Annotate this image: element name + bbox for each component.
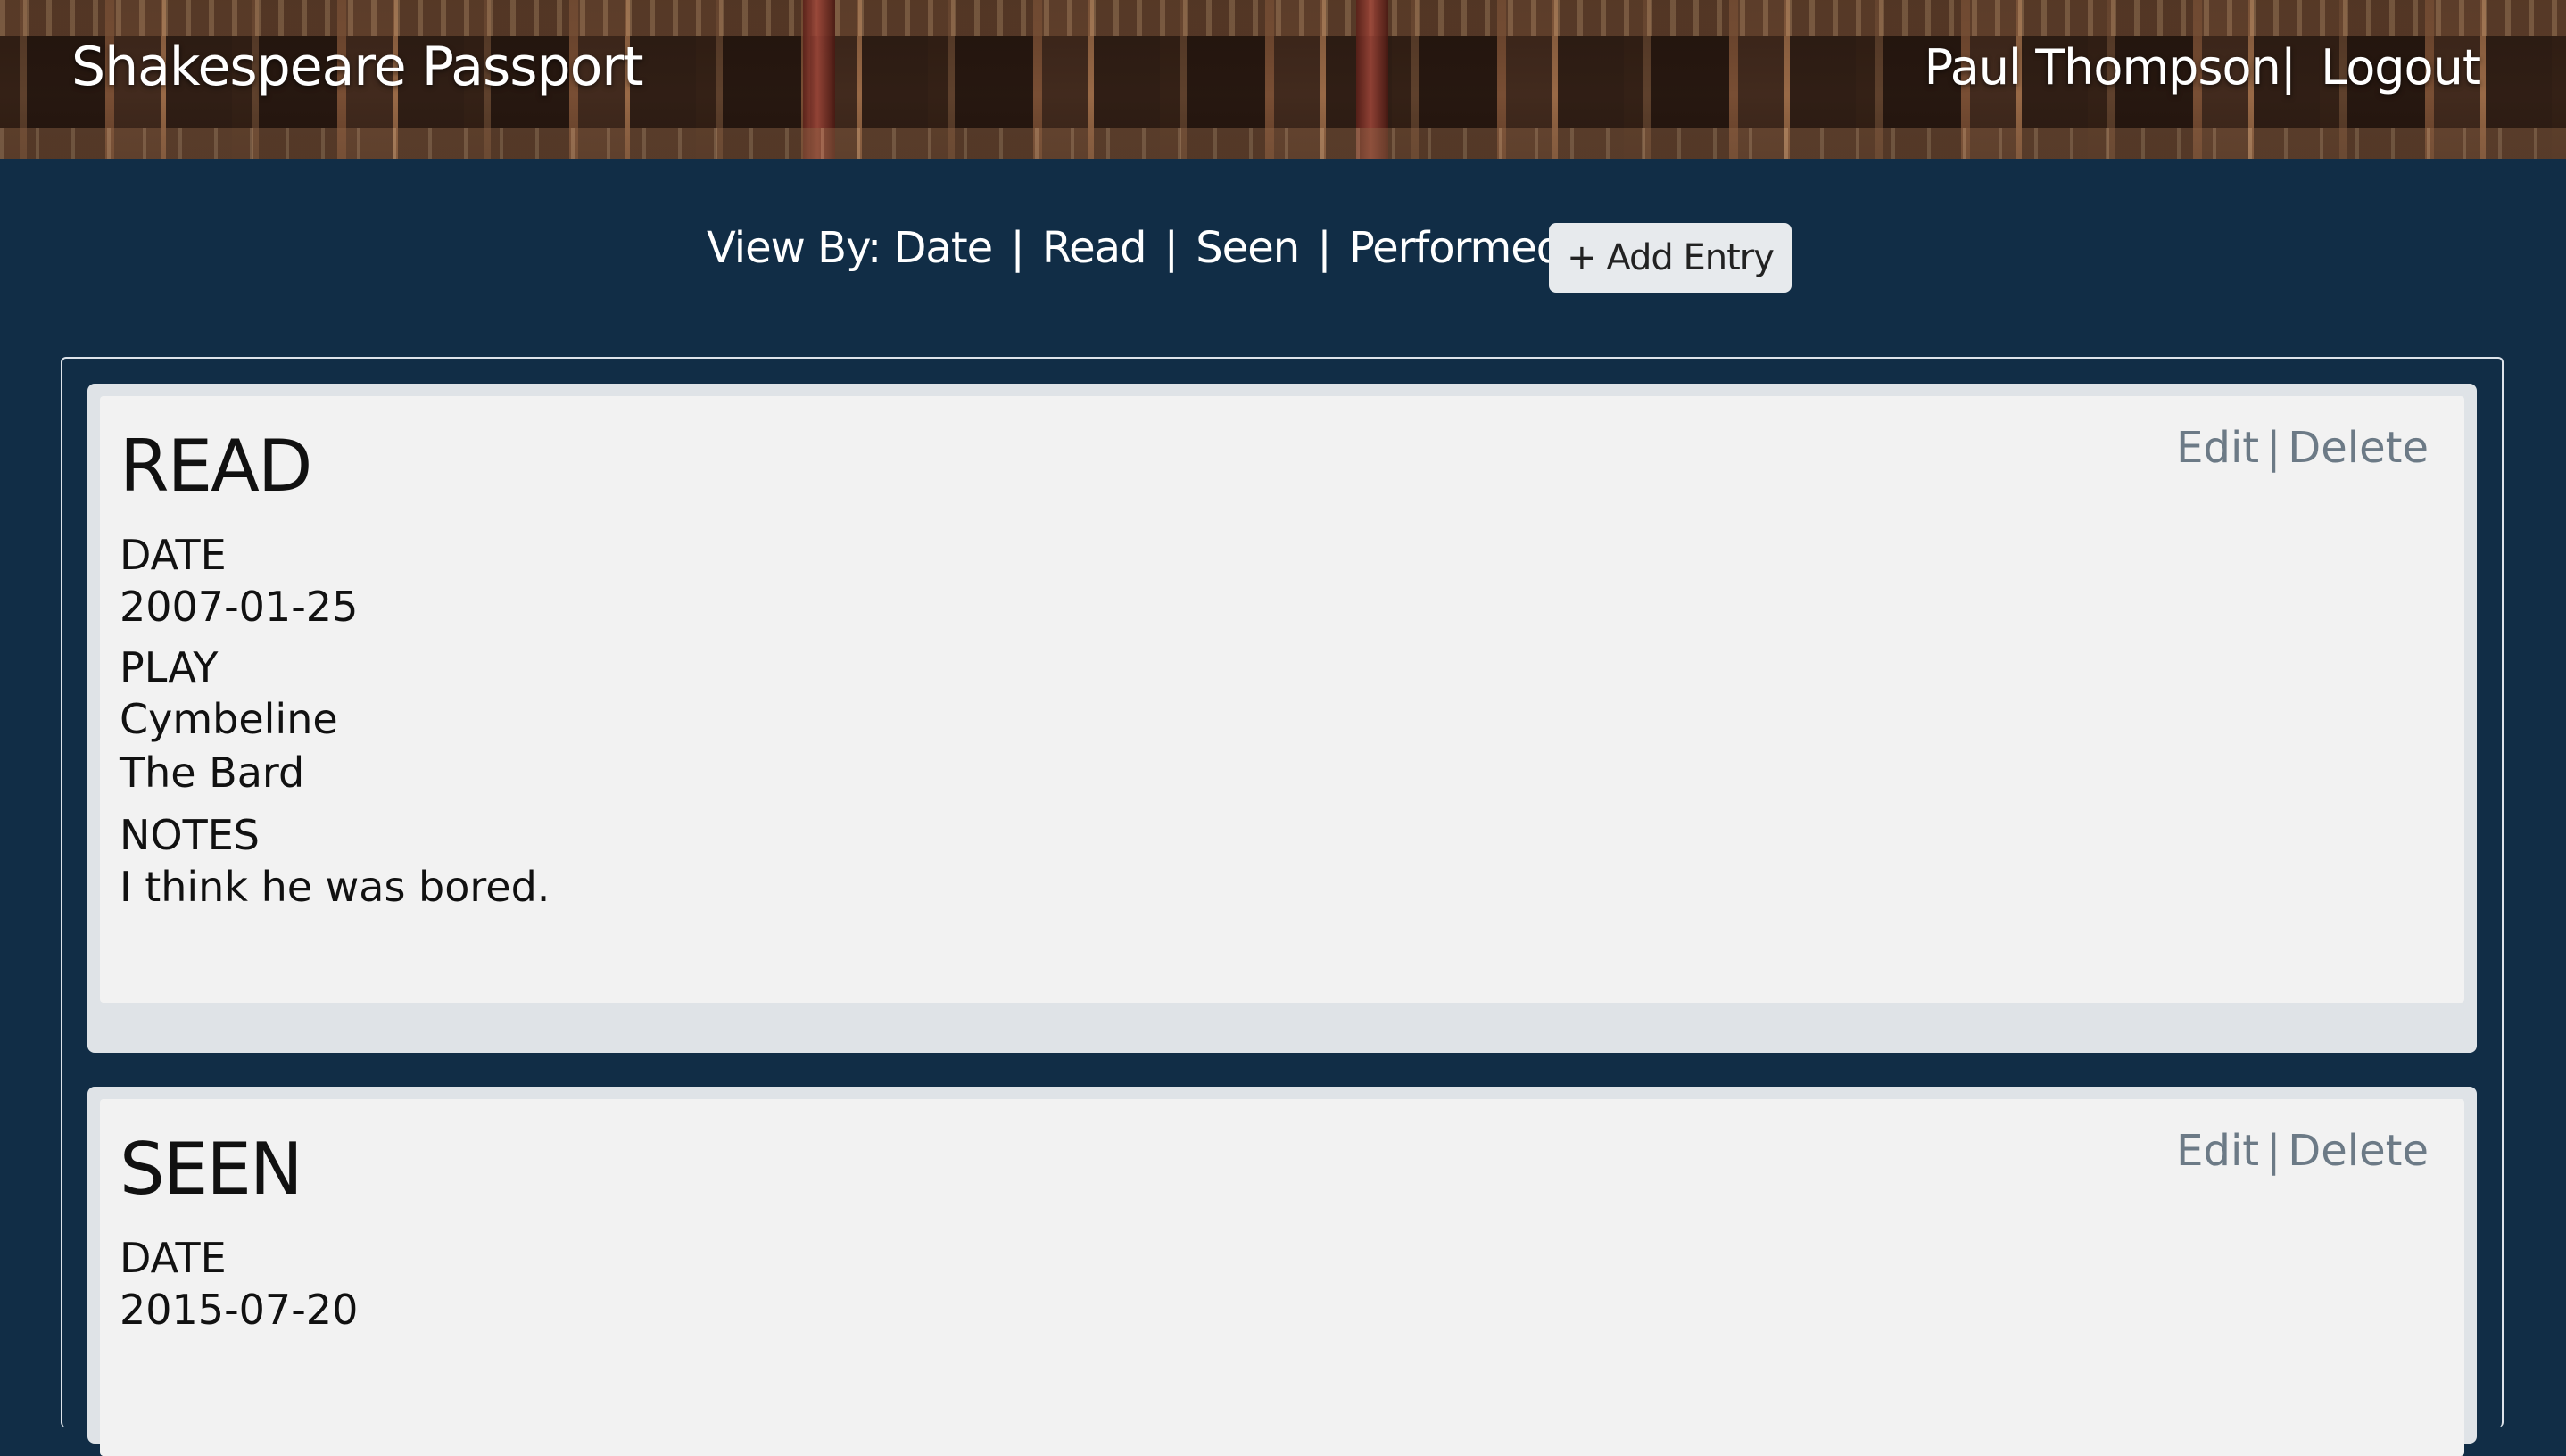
date-label: DATE <box>120 531 227 579</box>
view-by-date-link[interactable]: Date <box>893 223 993 273</box>
edit-entry-link[interactable]: Edit <box>2176 1126 2259 1176</box>
delete-entry-link[interactable]: Delete <box>2288 1126 2429 1176</box>
entry-actions: Edit | Delete <box>2176 1126 2429 1176</box>
view-by-performed-link[interactable]: Performed <box>1349 223 1563 273</box>
entry-actions: Edit | Delete <box>2176 423 2429 473</box>
nav-separator: | <box>2280 39 2297 95</box>
view-by-label: View By: <box>707 223 882 273</box>
action-separator: | <box>2266 1126 2281 1176</box>
entry-type-heading: SEEN <box>120 1128 303 1211</box>
edit-entry-link[interactable]: Edit <box>2176 423 2259 473</box>
notes-label: NOTES <box>120 811 260 859</box>
logout-link[interactable]: Logout <box>2321 39 2481 95</box>
entry-card-body: READ Edit | Delete DATE 2007-01-25 PLAY Cy… <box>100 396 2464 1003</box>
date-value: 2015-07-20 <box>120 1286 359 1334</box>
view-separator: | <box>1317 223 1331 273</box>
play-label: PLAY <box>120 643 219 691</box>
add-entry-button[interactable]: + Add Entry <box>1549 223 1792 293</box>
entries-container: READ Edit | Delete DATE 2007-01-25 PLAY Cy… <box>61 357 2504 1456</box>
play-author: The Bard <box>120 749 305 797</box>
play-title: Cymbeline <box>120 695 338 743</box>
view-separator: | <box>1163 223 1179 273</box>
banner-background-image <box>0 0 2566 36</box>
view-separator: | <box>1010 223 1024 273</box>
view-by-seen-link[interactable]: Seen <box>1196 223 1300 273</box>
entry-type-heading: READ <box>120 425 312 508</box>
entry-card: SEEN Edit | Delete DATE 2015-07-20 <box>87 1087 2477 1456</box>
date-label: DATE <box>120 1234 227 1282</box>
header-banner: Shakespeare Passport Paul Thompson| Logo… <box>0 0 2566 159</box>
user-nav: Paul Thompson| Logout <box>1924 39 2481 95</box>
action-separator: | <box>2266 423 2281 473</box>
notes-value: I think he was bored. <box>120 863 550 911</box>
user-name[interactable]: Paul Thompson <box>1924 39 2281 95</box>
banner-floor-decoration <box>0 128 2566 159</box>
delete-entry-link[interactable]: Delete <box>2288 423 2429 473</box>
site-brand[interactable]: Shakespeare Passport <box>71 36 644 98</box>
entry-card-body: SEEN Edit | Delete DATE 2015-07-20 <box>100 1099 2464 1456</box>
entry-card: READ Edit | Delete DATE 2007-01-25 PLAY Cy… <box>87 384 2477 1053</box>
view-by-bar: View By: Date | Read | Seen | Performed <box>707 223 1563 273</box>
date-value: 2007-01-25 <box>120 583 359 631</box>
view-by-read-link[interactable]: Read <box>1042 223 1147 273</box>
